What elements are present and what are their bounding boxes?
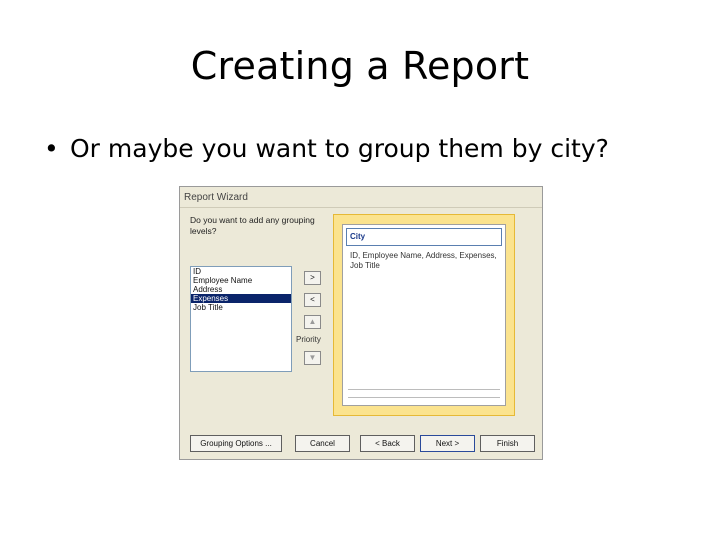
- grouping-question: Do you want to add any grouping levels?: [190, 215, 315, 236]
- cancel-button[interactable]: Cancel: [295, 435, 350, 452]
- field-item-address[interactable]: Address: [191, 285, 291, 294]
- bullet-point: • Or maybe you want to group them by city…: [44, 134, 609, 163]
- field-item-id[interactable]: ID: [191, 267, 291, 276]
- next-button[interactable]: Next >: [420, 435, 475, 452]
- field-list[interactable]: ID Employee Name Address Expenses Job Ti…: [190, 266, 292, 372]
- bullet-text: Or maybe you want to group them by city?: [70, 134, 609, 163]
- priority-down-button[interactable]: ▼: [304, 351, 321, 365]
- preview-line: [348, 397, 500, 398]
- dialog-title: Report Wizard: [184, 192, 248, 203]
- field-item-employee-name[interactable]: Employee Name: [191, 276, 291, 285]
- priority-up-button[interactable]: ▲: [304, 315, 321, 329]
- group-header-city: City: [346, 228, 502, 246]
- report-wizard-dialog: Report Wizard Do you want to add any gro…: [179, 186, 543, 460]
- field-item-job-title[interactable]: Job Title: [191, 303, 291, 312]
- back-button[interactable]: < Back: [360, 435, 415, 452]
- field-item-expenses[interactable]: Expenses: [191, 294, 291, 303]
- title-divider: [180, 207, 542, 208]
- slide-title: Creating a Report: [190, 44, 530, 88]
- grouping-options-button[interactable]: Grouping Options ...: [190, 435, 282, 452]
- arrow-down-icon: ▼: [308, 353, 317, 362]
- grouping-preview: City ID, Employee Name, Address, Expense…: [333, 214, 515, 416]
- preview-line: [348, 389, 500, 390]
- bullet-glyph: •: [44, 134, 59, 163]
- finish-button[interactable]: Finish: [480, 435, 535, 452]
- preview-page: City ID, Employee Name, Address, Expense…: [342, 224, 506, 406]
- arrow-up-icon: ▲: [308, 317, 317, 326]
- remove-grouping-button[interactable]: <: [304, 293, 321, 307]
- priority-label: Priority: [296, 335, 321, 344]
- add-grouping-button[interactable]: >: [304, 271, 321, 285]
- detail-fields: ID, Employee Name, Address, Expenses, Jo…: [350, 251, 497, 270]
